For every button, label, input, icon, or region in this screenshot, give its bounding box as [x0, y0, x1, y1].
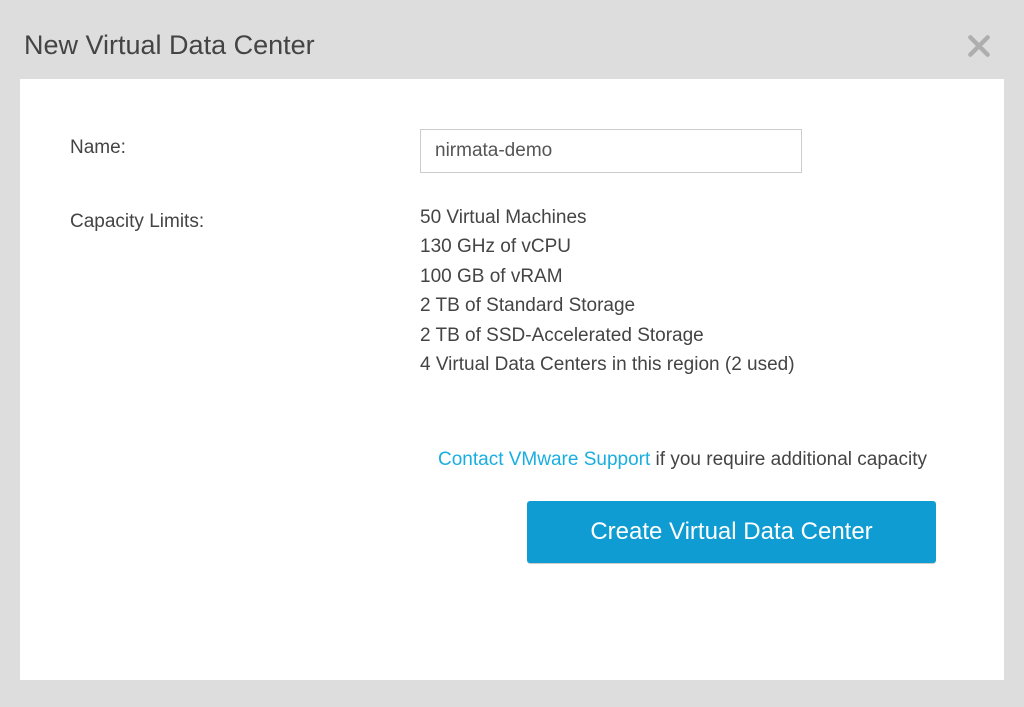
name-row: Name:: [70, 129, 954, 173]
name-field-col: [420, 129, 954, 173]
name-label: Name:: [70, 129, 420, 173]
support-text: Contact VMware Support if you require ad…: [438, 449, 927, 471]
close-icon[interactable]: [966, 33, 1000, 59]
capacity-row: Capacity Limits: 50 Virtual Machines 130…: [70, 203, 954, 380]
capacity-label: Capacity Limits:: [70, 203, 420, 380]
limit-item: 50 Virtual Machines: [420, 203, 954, 232]
limit-item: 100 GB of vRAM: [420, 262, 954, 291]
capacity-limits-list: 50 Virtual Machines 130 GHz of vCPU 100 …: [420, 203, 954, 380]
name-input[interactable]: [420, 129, 802, 173]
support-suffix: if you require additional capacity: [650, 449, 927, 470]
modal-header: New Virtual Data Center: [0, 0, 1024, 79]
contact-support-link[interactable]: Contact VMware Support: [438, 449, 650, 470]
modal-body: Name: Capacity Limits: 50 Virtual Machin…: [20, 79, 1004, 680]
capacity-field-col: 50 Virtual Machines 130 GHz of vCPU 100 …: [420, 203, 954, 380]
limit-item: 2 TB of Standard Storage: [420, 291, 954, 320]
modal-title: New Virtual Data Center: [24, 30, 315, 61]
limit-item: 130 GHz of vCPU: [420, 232, 954, 261]
create-vdc-button[interactable]: Create Virtual Data Center: [527, 501, 936, 563]
limit-item: 2 TB of SSD-Accelerated Storage: [420, 321, 954, 350]
limit-item: 4 Virtual Data Centers in this region (2…: [420, 350, 954, 379]
